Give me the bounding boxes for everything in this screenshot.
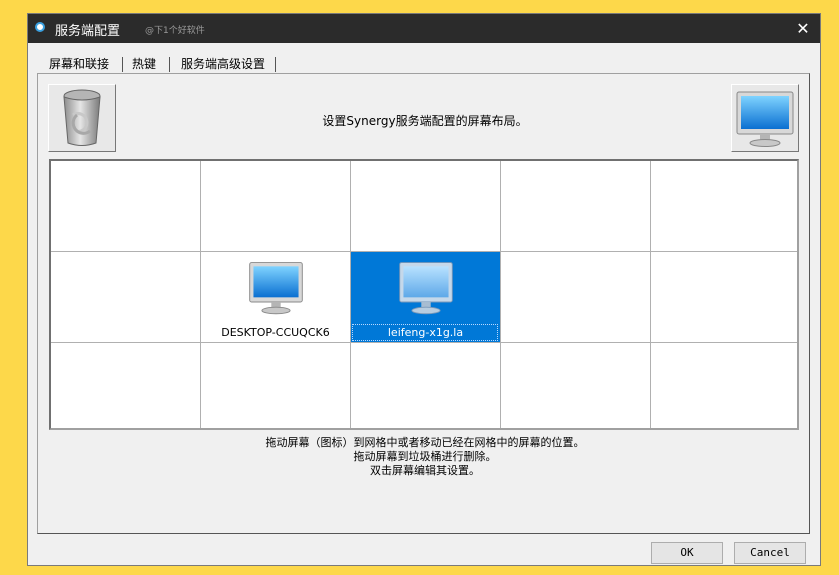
- tab-separator: [169, 57, 170, 72]
- grid-cell[interactable]: [51, 252, 201, 343]
- help-line: 双击屏幕编辑其设置。: [370, 464, 480, 477]
- new-screen-button[interactable]: [731, 84, 799, 152]
- help-line: 拖动屏幕到垃圾桶进行删除。: [353, 450, 497, 463]
- help-text: 拖动屏幕（图标）到网格中或者移动已经在网格中的屏幕的位置。 拖动屏幕到垃圾桶进行…: [28, 436, 822, 478]
- monitor-icon: [399, 262, 453, 315]
- title-bar[interactable]: 服务端配置 @下1个好软件 ✕: [28, 14, 820, 43]
- grid-cell[interactable]: [651, 343, 797, 428]
- grid-cell[interactable]: [51, 161, 201, 252]
- screen-leifeng-x1g-la[interactable]: leifeng-x1g.la: [351, 252, 501, 343]
- monitor-icon: [249, 262, 303, 315]
- synergy-app-icon: [35, 22, 45, 32]
- tab-hotkeys[interactable]: 热键: [132, 55, 156, 73]
- ok-button[interactable]: OK: [651, 542, 723, 564]
- tab-separator: [122, 57, 123, 72]
- grid-cell[interactable]: [651, 161, 797, 252]
- screen-name-label: DESKTOP-CCUQCK6: [221, 326, 330, 339]
- layout-instruction: 设置Synergy服务端配置的屏幕布局。: [322, 114, 528, 128]
- grid-cell[interactable]: [501, 343, 651, 428]
- tab-server-advanced[interactable]: 服务端高级设置: [181, 55, 265, 73]
- grid-cell[interactable]: [501, 161, 651, 252]
- screen-desktop-ccuqck6[interactable]: DESKTOP-CCUQCK6: [201, 252, 351, 343]
- tab-separator: [275, 57, 276, 72]
- help-line: 拖动屏幕（图标）到网格中或者移动已经在网格中的屏幕的位置。: [265, 436, 585, 449]
- watermark-text: @下1个好软件: [145, 26, 205, 36]
- grid-cell[interactable]: [51, 343, 201, 428]
- grid-cell[interactable]: [351, 161, 501, 252]
- tab-screens-and-links[interactable]: 屏幕和联接: [49, 55, 110, 74]
- window-title: 服务端配置: [55, 24, 121, 39]
- close-button[interactable]: ✕: [786, 14, 820, 43]
- grid-cell[interactable]: [351, 343, 501, 428]
- screen-layout-grid[interactable]: DESKTOP-CCUQCK6 leifeng-x1g.la: [49, 159, 799, 430]
- server-config-dialog: 服务端配置 @下1个好软件 ✕ 屏幕和联接 热键 服务端高级设置 设置Syner…: [27, 13, 821, 566]
- screen-name-label: leifeng-x1g.la: [387, 326, 464, 339]
- grid-cell[interactable]: [651, 252, 797, 343]
- grid-cell[interactable]: [201, 343, 351, 428]
- grid-cell[interactable]: [501, 252, 651, 343]
- monitor-icon: [736, 91, 794, 147]
- grid-cell[interactable]: [201, 161, 351, 252]
- cancel-button[interactable]: Cancel: [734, 542, 806, 564]
